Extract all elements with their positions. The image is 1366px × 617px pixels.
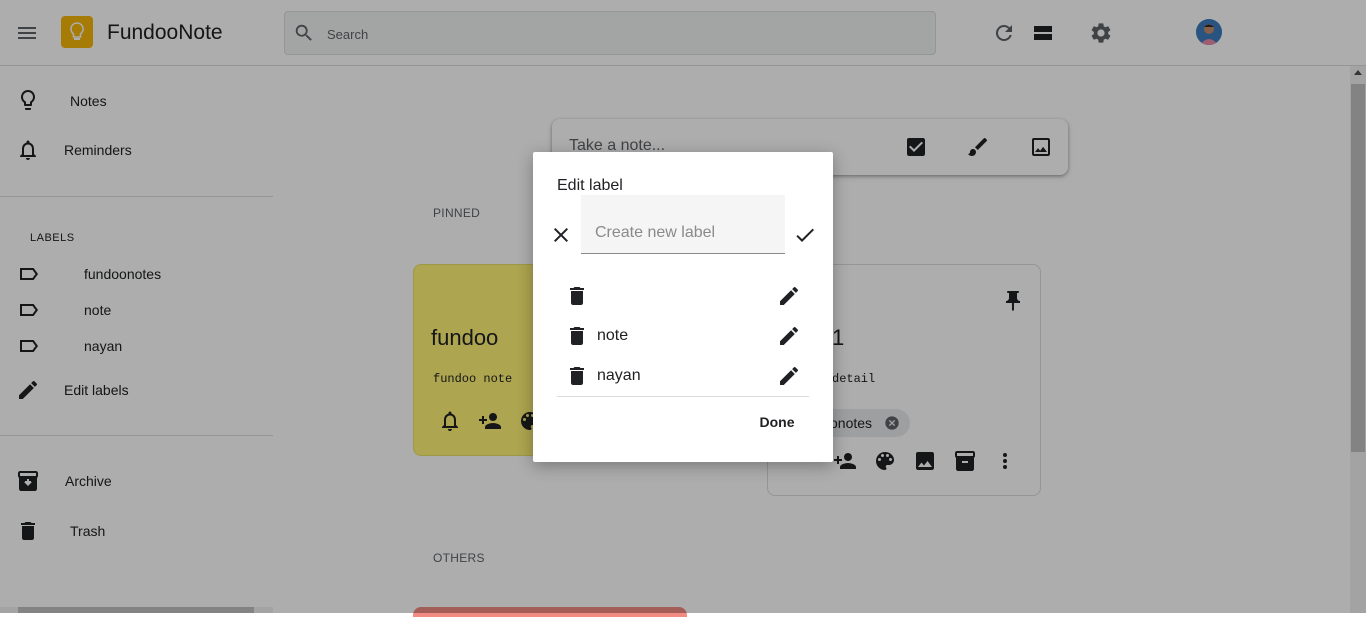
label-row: note xyxy=(557,316,809,356)
trash-icon[interactable] xyxy=(565,364,589,388)
check-icon[interactable] xyxy=(793,223,817,247)
trash-icon[interactable] xyxy=(565,324,589,348)
pencil-icon[interactable] xyxy=(777,284,801,308)
label-name[interactable]: note xyxy=(597,327,628,345)
trash-icon[interactable] xyxy=(565,284,589,308)
edit-label-dialog: Edit label note nayan Done xyxy=(533,152,833,462)
pencil-icon[interactable] xyxy=(777,324,801,348)
new-label-field[interactable] xyxy=(581,195,785,254)
done-button[interactable]: Done xyxy=(745,404,809,440)
close-icon[interactable] xyxy=(549,223,573,247)
label-name[interactable]: nayan xyxy=(597,367,641,385)
new-label-input[interactable] xyxy=(593,215,782,251)
label-row: nayan xyxy=(557,356,809,396)
dialog-title: Edit label xyxy=(557,177,623,194)
dialog-divider xyxy=(557,396,809,397)
pencil-icon[interactable] xyxy=(777,364,801,388)
label-row xyxy=(557,276,809,316)
